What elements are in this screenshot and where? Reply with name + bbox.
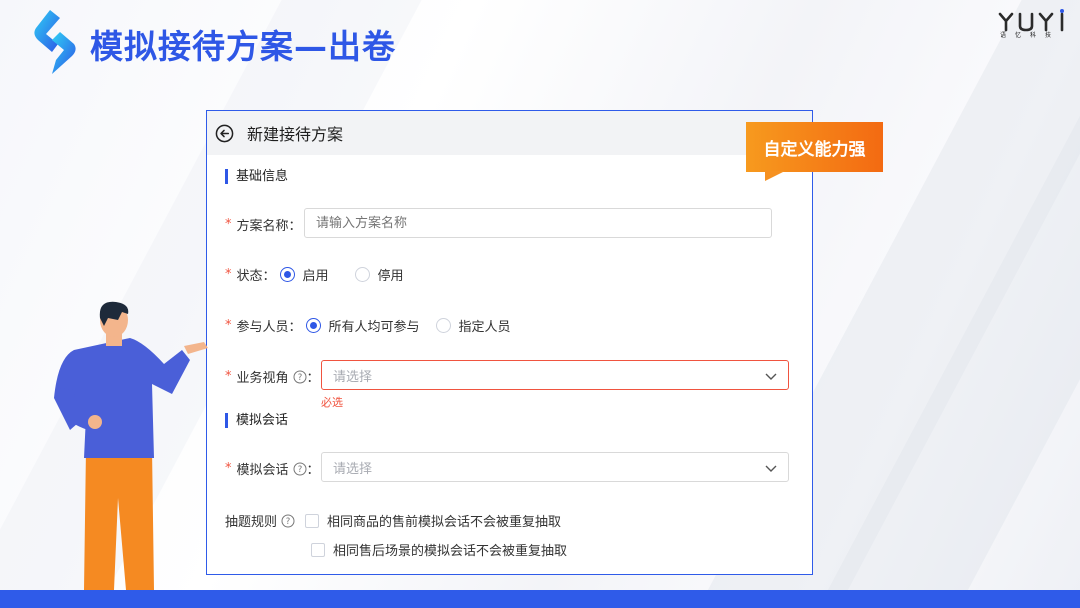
- status-row: * 状态： 启用 停用: [225, 265, 404, 284]
- svg-text:?: ?: [286, 517, 291, 527]
- presenter-illustration: [54, 301, 208, 590]
- bottom-bar: [0, 590, 1080, 608]
- checkbox-unchecked[interactable]: [311, 542, 325, 557]
- extract-rule-option-aftersale[interactable]: 相同售后场景的模拟会话不会被重复抽取: [311, 540, 567, 559]
- panel-header: 新建接待方案: [207, 111, 812, 155]
- panel-title: 新建接待方案: [247, 125, 344, 144]
- required-mark: *: [225, 217, 232, 232]
- participants-option-specified[interactable]: 指定人员: [435, 316, 511, 335]
- participants-row: * 参与人员： 所有人均可参与 指定人员: [225, 316, 511, 335]
- participants-option-all[interactable]: 所有人均可参与: [305, 316, 420, 335]
- slide-title: 模拟接待方案—出卷: [90, 27, 396, 66]
- sim-session-select[interactable]: 请选择: [321, 452, 789, 482]
- brand-chinese-name: 语忆科技: [1000, 32, 1061, 39]
- extract-rules-row-2: 相同售后场景的模拟会话不会被重复抽取: [311, 540, 567, 559]
- plan-name-input[interactable]: [304, 208, 772, 238]
- required-mark: *: [225, 267, 232, 282]
- status-option-disable[interactable]: 停用: [354, 265, 404, 284]
- radio-selected[interactable]: [279, 267, 295, 282]
- checkbox-unchecked[interactable]: [305, 513, 320, 528]
- required-mark: *: [225, 369, 232, 384]
- status-label: 状态：: [236, 269, 276, 284]
- callout-tag: 自定义能力强: [746, 122, 883, 172]
- chevron-down-icon: [765, 465, 777, 472]
- participants-label: 参与人员：: [236, 320, 302, 335]
- business-view-error: 必选: [321, 396, 343, 409]
- required-mark: *: [225, 318, 232, 333]
- plan-name-label-text: 方案名称：: [236, 219, 302, 234]
- company-logo-icon: [34, 10, 76, 74]
- business-view-label: * 业务视角 ? ：: [225, 369, 320, 386]
- radio-selected[interactable]: [305, 318, 321, 333]
- new-reception-plan-panel: 新建接待方案 基础信息 * 方案名称： * 状态： 启用 停用 * 参与人员： …: [206, 110, 813, 575]
- business-view-select[interactable]: 请选择: [321, 360, 789, 390]
- back-button[interactable]: [213, 122, 235, 144]
- radio-unselected[interactable]: [354, 267, 370, 282]
- section-basic-info: 基础信息: [225, 169, 288, 184]
- radio-unselected[interactable]: [435, 318, 451, 333]
- plan-name-label: * 方案名称：: [225, 215, 302, 234]
- sim-session-label: * 模拟会话 ? ：: [225, 461, 320, 478]
- required-mark: *: [225, 461, 232, 476]
- callout-tail: [765, 171, 785, 181]
- question-circle-icon[interactable]: ?: [293, 462, 307, 476]
- svg-text:?: ?: [297, 465, 302, 475]
- chevron-down-icon: [765, 373, 777, 380]
- status-option-enable[interactable]: 启用: [279, 265, 329, 284]
- arrow-left-circle-icon: [215, 124, 233, 142]
- extract-rule-option-presale[interactable]: 相同商品的售前模拟会话不会被重复抽取: [305, 511, 561, 530]
- svg-text:?: ?: [297, 373, 302, 383]
- question-circle-icon[interactable]: ?: [281, 514, 295, 528]
- question-circle-icon[interactable]: ?: [293, 370, 307, 384]
- section-simulation: 模拟会话: [225, 413, 288, 428]
- extract-rules-label: 抽题规则 ? 相同商品的售前模拟会话不会被重复抽取: [225, 511, 561, 530]
